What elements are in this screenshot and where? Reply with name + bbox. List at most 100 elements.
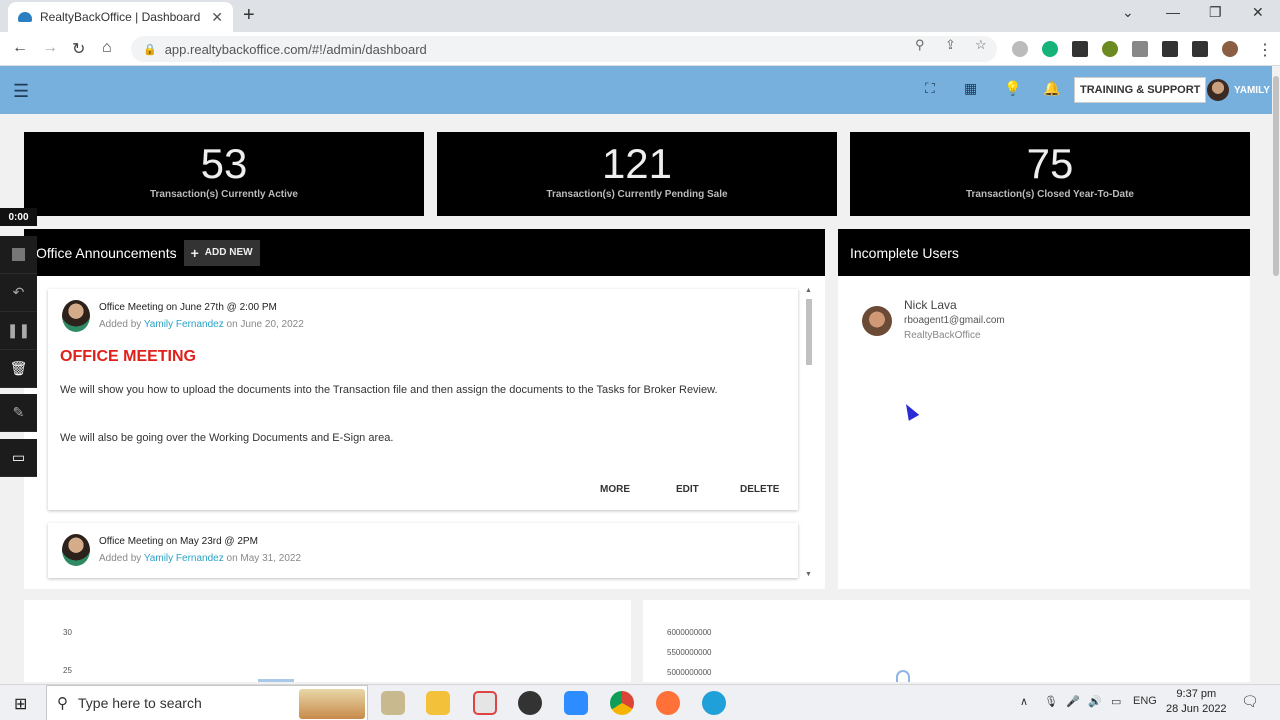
extension-4-icon[interactable] — [1102, 41, 1118, 57]
author-link[interactable]: Yamily Fernandez — [144, 553, 224, 564]
announcement-body-2: We will also be going over the Working D… — [60, 432, 394, 444]
browser-toolbar: ← → ↻ ⌂ 🔒 app.realtybackoffice.com/#!/ad… — [0, 32, 1280, 66]
y-tick-label: 30 — [63, 628, 72, 637]
hamburger-menu-icon[interactable]: ☰ — [13, 81, 29, 102]
clock-time: 9:37 pm — [1176, 688, 1217, 700]
user-photo — [862, 306, 892, 336]
notifications-bell-icon[interactable]: 🔔 — [1043, 80, 1060, 97]
search-placeholder: Type here to search — [78, 695, 202, 711]
language-indicator[interactable]: ENG — [1133, 695, 1157, 707]
search-highlight-image — [299, 689, 365, 719]
fullscreen-icon[interactable]: ⛶ — [925, 80, 935, 97]
close-tab-icon[interactable]: ✕ — [211, 9, 223, 26]
y-tick-label: 5500000000 — [667, 648, 712, 657]
recorder-delete-button[interactable]: 🗑 — [0, 350, 37, 388]
incomplete-user-name: Nick Lava — [904, 298, 957, 312]
stat-card-active[interactable]: 53 Transaction(s) Currently Active — [24, 132, 424, 216]
forward-icon[interactable]: → — [42, 39, 58, 57]
apps-grid-icon[interactable]: ▦ — [964, 80, 977, 97]
volume-icon[interactable]: 🔊 — [1088, 695, 1102, 708]
recorder-pause-button[interactable]: ❚❚ — [0, 312, 37, 350]
extension-3-icon[interactable] — [1072, 41, 1088, 57]
more-button[interactable]: MORE — [600, 484, 630, 495]
taskbar-app-4-icon[interactable] — [518, 691, 542, 715]
incomplete-user-email: rboagent1@gmail.com — [904, 315, 1005, 326]
announcements-title: Office Announcements — [36, 244, 177, 261]
announcements-scrollbar[interactable]: ▲ ▼ — [805, 287, 813, 583]
taskbar-app-1-icon[interactable] — [381, 691, 405, 715]
browser-tab[interactable]: RealtyBackOffice | Dashboard ✕ — [8, 2, 233, 32]
minimize-icon[interactable]: — — [1166, 4, 1180, 20]
y-tick-label: 6000000000 — [667, 628, 712, 637]
microphone-icon[interactable]: 🎙 — [1044, 695, 1058, 708]
new-tab-button[interactable]: + — [243, 4, 255, 27]
chart-card-left: 30 25 — [24, 600, 631, 682]
announcement-heading: OFFICE MEETING — [60, 348, 196, 365]
show-hidden-icons-icon[interactable]: ∧ — [1020, 695, 1028, 708]
scroll-down-icon[interactable]: ▼ — [805, 571, 812, 578]
stat-value: 53 — [200, 140, 248, 187]
lock-icon: 🔒 — [143, 43, 157, 56]
stat-card-closed[interactable]: 75 Transaction(s) Closed Year-To-Date — [850, 132, 1250, 216]
home-icon[interactable]: ⌂ — [102, 39, 112, 57]
announcement-title: Office Meeting on June 27th @ 2:00 PM — [99, 302, 277, 313]
extensions-puzzle-icon[interactable] — [1162, 41, 1178, 57]
profile-avatar-icon[interactable] — [1222, 41, 1238, 57]
announcement-meta: Added by Yamily Fernandez on May 31, 202… — [99, 553, 302, 564]
recorder-camera-button[interactable]: ▭ — [0, 439, 37, 477]
announcements-panel: Office Announcements + ADD NEW Office Me… — [24, 229, 825, 589]
url-text: app.realtybackoffice.com/#!/admin/dashbo… — [164, 41, 427, 57]
stat-value: 75 — [1026, 140, 1074, 187]
lightbulb-icon[interactable]: 💡 — [1004, 80, 1021, 97]
share-icon[interactable]: ⇪ — [945, 37, 956, 53]
windows-start-icon[interactable]: ⊞ — [14, 694, 27, 714]
extension-5-icon[interactable] — [1132, 41, 1148, 57]
plus-icon: + — [190, 244, 199, 261]
pause-icon: ❚❚ — [6, 322, 31, 338]
bookmark-star-icon[interactable]: ☆ — [975, 37, 987, 53]
stat-label: Transaction(s) Currently Active — [149, 189, 298, 200]
taskbar-search[interactable]: ⚲ Type here to search — [46, 685, 368, 720]
browser-menu-icon[interactable]: ⋮ — [1257, 40, 1273, 60]
back-icon[interactable]: ← — [12, 39, 28, 57]
grammarly-extension-icon[interactable] — [1042, 41, 1058, 57]
close-window-icon[interactable]: ✕ — [1252, 4, 1264, 21]
windows-taskbar: ⊞ ⚲ Type here to search ∧ 🎙 🎤 🔊 ▭ ENG 9:… — [0, 684, 1280, 720]
recorder-undo-button[interactable]: ↶ — [0, 274, 37, 312]
address-bar[interactable]: 🔒 app.realtybackoffice.com/#!/admin/dash… — [131, 36, 997, 62]
taskbar-clock[interactable]: 9:37 pm 28 Jun 2022 — [1166, 687, 1227, 717]
y-tick-label: 25 — [63, 666, 72, 675]
user-menu[interactable]: YAMILY — [1207, 79, 1270, 101]
reload-icon[interactable]: ↻ — [72, 39, 85, 59]
edit-button[interactable]: EDIT — [676, 484, 699, 495]
battery-icon[interactable]: ▭ — [1111, 695, 1121, 708]
extension-1-icon[interactable] — [1012, 41, 1028, 57]
undo-icon: ↶ — [12, 284, 25, 300]
training-support-button[interactable]: TRAINING & SUPPORT — [1074, 77, 1207, 103]
stat-card-pending[interactable]: 121 Transaction(s) Currently Pending Sal… — [437, 132, 837, 216]
tab-search-chevron-icon[interactable]: ⌄ — [1122, 4, 1134, 21]
firefox-icon[interactable] — [656, 691, 680, 715]
side-panel-icon[interactable] — [1192, 41, 1208, 57]
scroll-up-icon[interactable]: ▲ — [805, 287, 812, 294]
add-new-button[interactable]: + ADD NEW — [183, 239, 260, 266]
zoom-icon[interactable]: ⚲ — [915, 37, 925, 53]
announcements-header: Office Announcements + ADD NEW — [24, 229, 825, 276]
file-explorer-icon[interactable] — [426, 691, 450, 715]
chrome-icon[interactable] — [610, 691, 634, 715]
recorder-pen-button[interactable]: ✎ — [0, 394, 37, 432]
pen-icon: ✎ — [12, 404, 25, 420]
author-link[interactable]: Yamily Fernandez — [144, 319, 224, 330]
zoom-app-icon[interactable] — [564, 691, 588, 715]
chart-bar — [258, 679, 294, 682]
page-scrollbar[interactable] — [1272, 66, 1280, 682]
restore-icon[interactable]: ❐ — [1209, 4, 1222, 21]
mic-active-icon[interactable]: 🎤 — [1066, 695, 1080, 708]
notifications-icon[interactable]: 🗨 — [1241, 693, 1259, 710]
announcement-card: Office Meeting on May 23rd @ 2PM Added b… — [48, 523, 798, 578]
chart-marker — [896, 670, 910, 682]
taskbar-app-3-icon[interactable] — [473, 691, 497, 715]
delete-button[interactable]: DELETE — [740, 484, 779, 495]
edge-icon[interactable] — [702, 691, 726, 715]
recorder-stop-button[interactable] — [0, 236, 37, 274]
